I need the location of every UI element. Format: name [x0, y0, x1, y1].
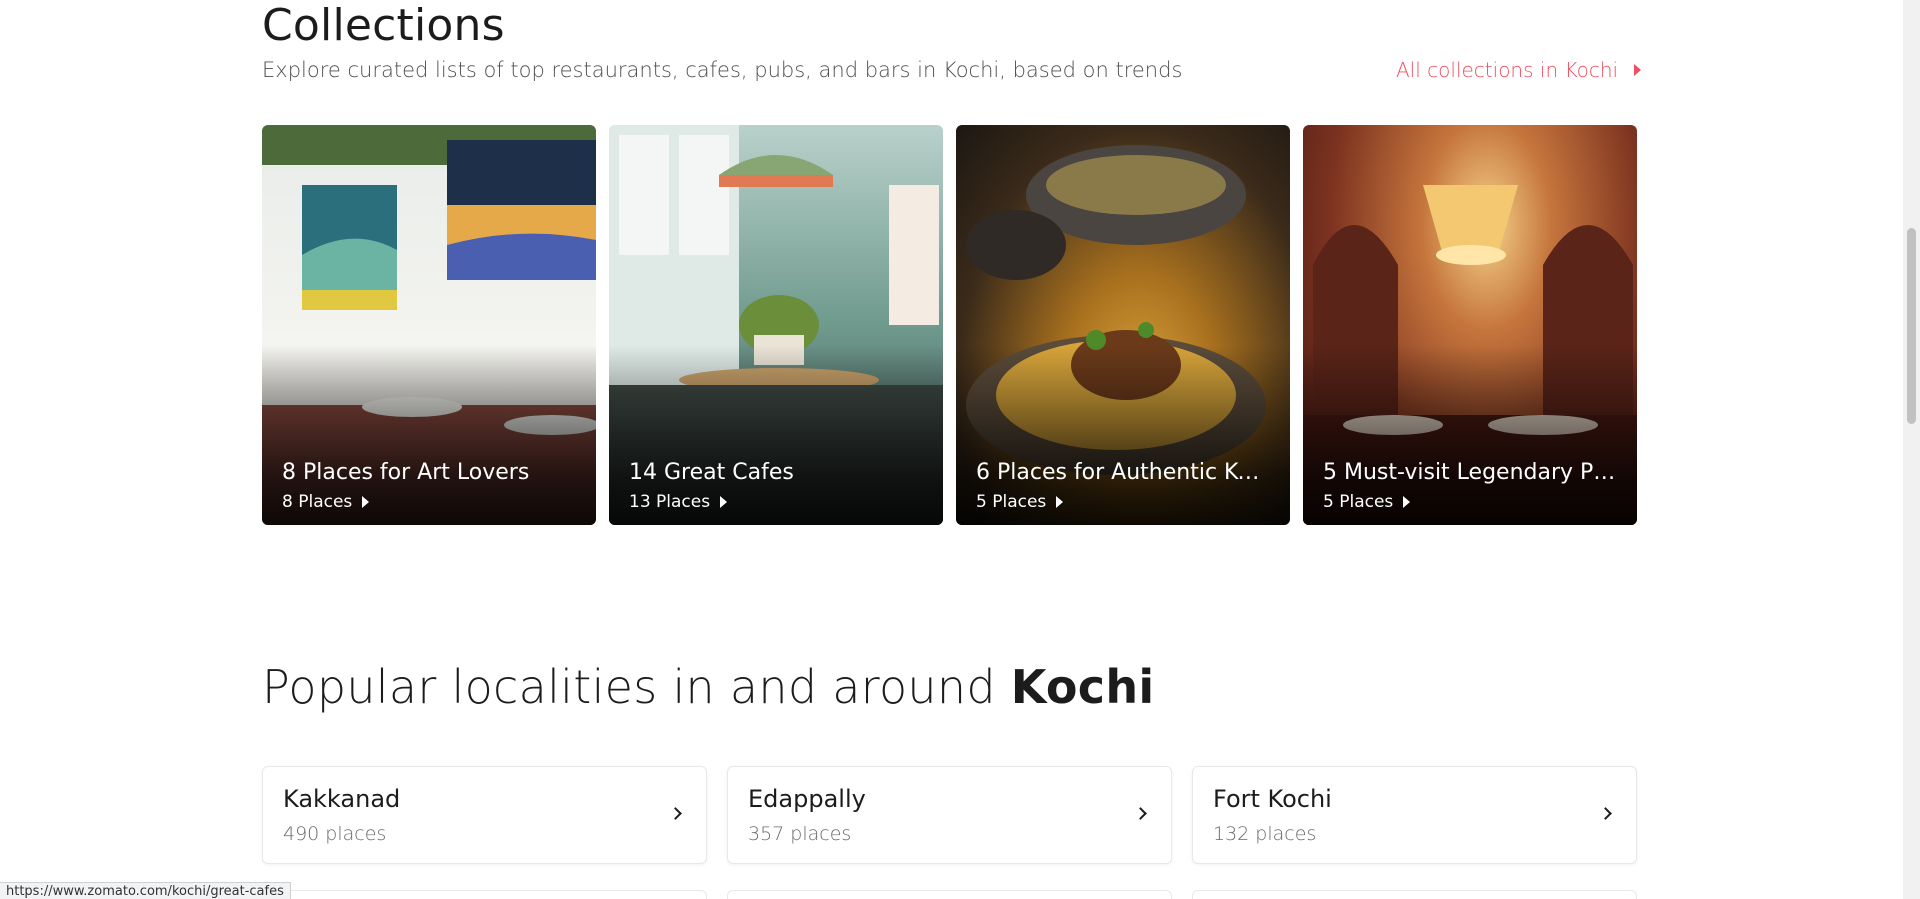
locality-name: Edappally: [748, 785, 866, 813]
collection-card-count-label: 5 Places: [976, 492, 1047, 512]
all-collections-label: All collections in Kochi: [1396, 58, 1619, 82]
caret-right-icon: [1056, 496, 1064, 508]
page: Collections Explore curated lists of top…: [0, 0, 1920, 899]
collection-card-count: 5 Places: [1323, 492, 1411, 512]
locality-card[interactable]: [262, 890, 707, 899]
locality-card-kakkanad[interactable]: Kakkanad 490 places: [262, 766, 707, 864]
collections-subtitle: Explore curated lists of top restaurants…: [262, 58, 1183, 82]
locality-name: Kakkanad: [283, 785, 401, 813]
collection-card-count-label: 13 Places: [629, 492, 711, 512]
collection-card-authentic[interactable]: 6 Places for Authentic Ku... 5 Places: [956, 125, 1290, 525]
locality-name: Fort Kochi: [1213, 785, 1332, 813]
caret-right-icon: [1634, 64, 1642, 76]
collection-card-legendary[interactable]: 5 Must-visit Legendary Pl... 5 Places: [1303, 125, 1637, 525]
vertical-scrollbar[interactable]: [1903, 0, 1920, 899]
caret-right-icon: [720, 496, 728, 508]
localities-grid: Kakkanad 490 places Edappally 357 places…: [262, 766, 1637, 864]
collection-card-title: 8 Places for Art Lovers: [282, 460, 530, 485]
locality-count: 132 places: [1213, 823, 1317, 845]
locality-card[interactable]: [727, 890, 1172, 899]
collection-card-count: 8 Places: [282, 492, 370, 512]
locality-card[interactable]: [1192, 890, 1637, 899]
localities-grid-row-2: [262, 890, 1637, 899]
chevron-right-icon: [1134, 807, 1147, 820]
collection-card-count: 5 Places: [976, 492, 1064, 512]
caret-right-icon: [1403, 496, 1411, 508]
collection-cards: 8 Places for Art Lovers 8 Places 14 Grea…: [262, 125, 1637, 525]
chevron-right-icon: [1599, 807, 1612, 820]
collection-card-art-lovers[interactable]: 8 Places for Art Lovers 8 Places: [262, 125, 596, 525]
collection-card-title: 5 Must-visit Legendary Pl...: [1323, 460, 1619, 485]
locality-count: 357 places: [748, 823, 852, 845]
all-collections-link[interactable]: All collections in Kochi: [1396, 58, 1642, 82]
collection-card-great-cafes[interactable]: 14 Great Cafes 13 Places: [609, 125, 943, 525]
caret-right-icon: [362, 496, 370, 508]
locality-card-fort-kochi[interactable]: Fort Kochi 132 places: [1192, 766, 1637, 864]
scrollbar-thumb[interactable]: [1907, 228, 1916, 424]
collection-card-title: 14 Great Cafes: [629, 460, 794, 485]
collection-card-title: 6 Places for Authentic Ku...: [976, 460, 1272, 485]
locality-count: 490 places: [283, 823, 387, 845]
localities-title-city: Kochi: [1010, 660, 1155, 714]
localities-title-prefix: Popular localities in and around: [262, 660, 1011, 714]
collections-title: Collections: [262, 0, 505, 51]
localities-title: Popular localities in and around Kochi: [262, 660, 1155, 714]
locality-card-edappally[interactable]: Edappally 357 places: [727, 766, 1172, 864]
status-bar-url: https://www.zomato.com/kochi/great-cafes: [0, 882, 291, 899]
chevron-right-icon: [669, 807, 682, 820]
collection-card-count: 13 Places: [629, 492, 728, 512]
collection-card-count-label: 5 Places: [1323, 492, 1394, 512]
collection-card-count-label: 8 Places: [282, 492, 353, 512]
